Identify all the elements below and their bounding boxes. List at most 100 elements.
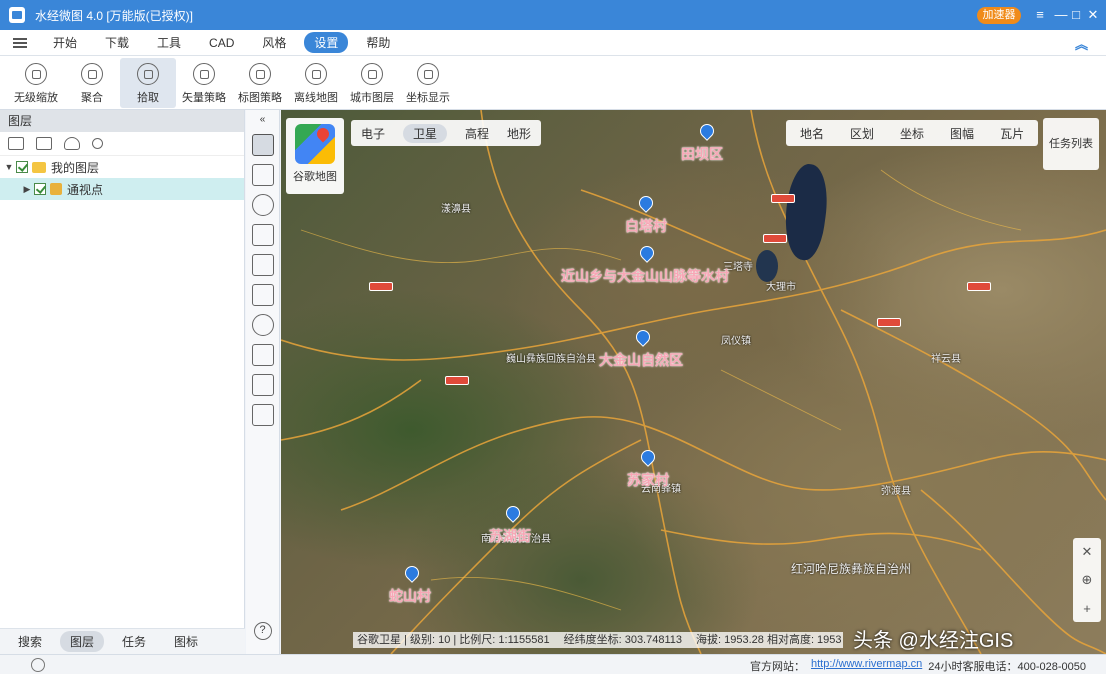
add-folder-icon[interactable]	[8, 137, 24, 150]
collapse-ribbon-icon[interactable]: ︽	[1075, 34, 1088, 53]
cluster-button[interactable]: 聚合	[64, 58, 120, 108]
pin-label: 蛇山村	[389, 588, 431, 604]
tool-coordinates[interactable]: 坐标	[900, 125, 924, 142]
menu-item-style[interactable]: 风格	[252, 32, 296, 53]
cluster-icon	[81, 63, 103, 85]
help-icon[interactable]: ?	[253, 622, 272, 640]
tool-tiles[interactable]: 瓦片	[1000, 125, 1024, 142]
city-layer-button[interactable]: 城市图层	[344, 58, 400, 108]
tree-item-viewpoint[interactable]: ▶ 通视点	[0, 178, 244, 200]
highway-shield	[771, 194, 795, 203]
zoom-in-icon[interactable]: +	[1083, 601, 1091, 616]
zoom-icon	[25, 63, 47, 85]
map-overlay-tools: 地名 区划 坐标 图幅 瓦片	[786, 120, 1039, 146]
google-maps-icon	[295, 124, 335, 164]
hamburger-menu-icon[interactable]	[13, 36, 27, 50]
ribbon-toolbar: 无级缩放 聚合 拾取 矢量策略 标图策略 离线地图 城市图层 坐标显示	[0, 56, 1106, 110]
tool-divisions[interactable]: 区划	[850, 125, 874, 142]
menu-item-start[interactable]: 开始	[43, 32, 87, 53]
place-label: 漾濞县	[441, 204, 471, 215]
tree-item-label: 我的图层	[51, 160, 100, 175]
stepless-zoom-button[interactable]: 无级缩放	[8, 58, 64, 108]
place-label: 弥渡县	[881, 486, 911, 497]
place-label: 巍山彝族回族自治县	[506, 354, 596, 365]
pin-label: 苏湖街	[489, 528, 531, 544]
pin-label: 田坝区	[681, 146, 723, 162]
collapse-arrow-icon[interactable]: ▶	[20, 184, 34, 195]
search-icon[interactable]	[92, 138, 103, 149]
draw-text-icon[interactable]	[251, 344, 274, 366]
tree-item-my-layers[interactable]: ▼ 我的图层	[0, 156, 244, 178]
menu-bar: 开始 下载 工具 CAD 风格 设置 帮助 ︽	[0, 30, 1106, 56]
title-bar: 水经微图 4.0 [万能版(已授权)] 加速器 ≡ — □ ✕	[0, 0, 1106, 30]
tab-search[interactable]: 搜索	[8, 631, 52, 652]
basemap-tab-elevation[interactable]: 高程	[465, 125, 489, 142]
vector-strategy-button[interactable]: 矢量策略	[176, 58, 232, 108]
tab-icons[interactable]: 图标	[164, 631, 208, 652]
basemap-tab-vector[interactable]: 电子	[361, 125, 385, 142]
tree-item-label: 通视点	[67, 182, 104, 197]
vector-icon	[193, 63, 215, 85]
vip-button[interactable]: 加速器	[977, 7, 1021, 24]
place-label: 凤仪镇	[721, 336, 751, 347]
tab-tasks[interactable]: 任务	[112, 631, 156, 652]
hotline-text: 24小时客服电话：400-028-0050	[928, 661, 1086, 673]
highway-shield	[877, 318, 901, 327]
place-label: 红河哈尼族彝族自治州	[791, 562, 912, 576]
window-menu-button[interactable]: ≡	[1031, 6, 1049, 24]
tool-place-names[interactable]: 地名	[800, 125, 824, 142]
expand-arrow-icon[interactable]: ▼	[2, 162, 16, 172]
marker-strategy-button[interactable]: 标图策略	[232, 58, 288, 108]
expand-toolbar-icon[interactable]: «	[255, 114, 271, 126]
coordinate-display-button[interactable]: 坐标显示	[400, 58, 456, 108]
offline-map-button[interactable]: 离线地图	[288, 58, 344, 108]
website-link[interactable]: http://www.rivermap.cn	[811, 658, 922, 674]
draw-point-icon[interactable]	[251, 194, 274, 216]
layer-icon	[50, 183, 62, 195]
draw-rectangle-icon[interactable]	[251, 284, 274, 306]
status-icon[interactable]	[31, 658, 45, 672]
locate-icon[interactable]: ⊕	[1082, 572, 1093, 588]
place-label: 祥云县	[931, 354, 961, 365]
draw-polygon-icon[interactable]	[251, 254, 274, 276]
highway-shield	[369, 282, 393, 291]
draw-circle-icon[interactable]	[251, 314, 274, 336]
clear-icon[interactable]: ✕	[1082, 544, 1093, 560]
pan-hand-icon[interactable]	[251, 134, 274, 156]
pin-label: 白塔村	[625, 218, 667, 234]
close-button[interactable]: ✕	[1084, 6, 1102, 24]
pick-icon	[137, 63, 159, 85]
basemap-tab-satellite[interactable]: 卫星	[403, 123, 448, 143]
menu-item-settings[interactable]: 设置	[304, 32, 349, 53]
basemap-tabs: 电子 卫星 高程 地形	[351, 120, 542, 146]
menu-item-cad[interactable]: CAD	[199, 34, 244, 52]
highway-shield	[445, 376, 469, 385]
cloud-icon[interactable]	[64, 137, 80, 150]
pin-label: 近山乡与大金山山脉等水村	[561, 268, 729, 284]
maximize-button[interactable]: □	[1067, 6, 1085, 24]
select-arrow-icon[interactable]	[251, 164, 274, 186]
menu-item-tools[interactable]: 工具	[147, 32, 191, 53]
tool-sheets[interactable]: 图幅	[950, 125, 974, 142]
coordinate-readout: 谷歌卫星 | 级别: 10 | 比例尺: 1:1155581 经纬度坐标: 30…	[353, 632, 843, 648]
measure-icon[interactable]	[251, 374, 274, 396]
task-list-button[interactable]: 任务列表	[1043, 118, 1099, 170]
basemap-tab-terrain[interactable]: 地形	[507, 125, 531, 142]
map-canvas[interactable]: 谷歌地图 电子 卫星 高程 地形 地名 区划 坐标 图幅 瓦片 任务列表 三塔寺…	[281, 110, 1106, 654]
pin-label: 大金山自然区	[599, 352, 683, 368]
menu-item-help[interactable]: 帮助	[356, 32, 400, 53]
layer-checkbox[interactable]	[16, 161, 28, 173]
offline-map-icon	[305, 63, 327, 85]
layer-checkbox[interactable]	[34, 183, 46, 195]
import-icon[interactable]	[36, 137, 52, 150]
window-title: 水经微图 4.0 [万能版(已授权)]	[35, 8, 194, 23]
pick-button[interactable]: 拾取	[120, 58, 176, 108]
menu-item-download[interactable]: 下载	[95, 32, 139, 53]
google-map-switch[interactable]: 谷歌地图	[286, 118, 344, 194]
tab-layers[interactable]: 图层	[60, 631, 105, 652]
folder-icon	[32, 161, 46, 173]
watermark: 头条 @水经注GIS	[853, 630, 1014, 652]
layer-panel: 图层 ▼ 我的图层 ▶ 通视点 搜索 图层 任务 图标	[0, 110, 245, 654]
draw-line-icon[interactable]	[251, 224, 274, 246]
tile-icon[interactable]	[251, 404, 274, 426]
